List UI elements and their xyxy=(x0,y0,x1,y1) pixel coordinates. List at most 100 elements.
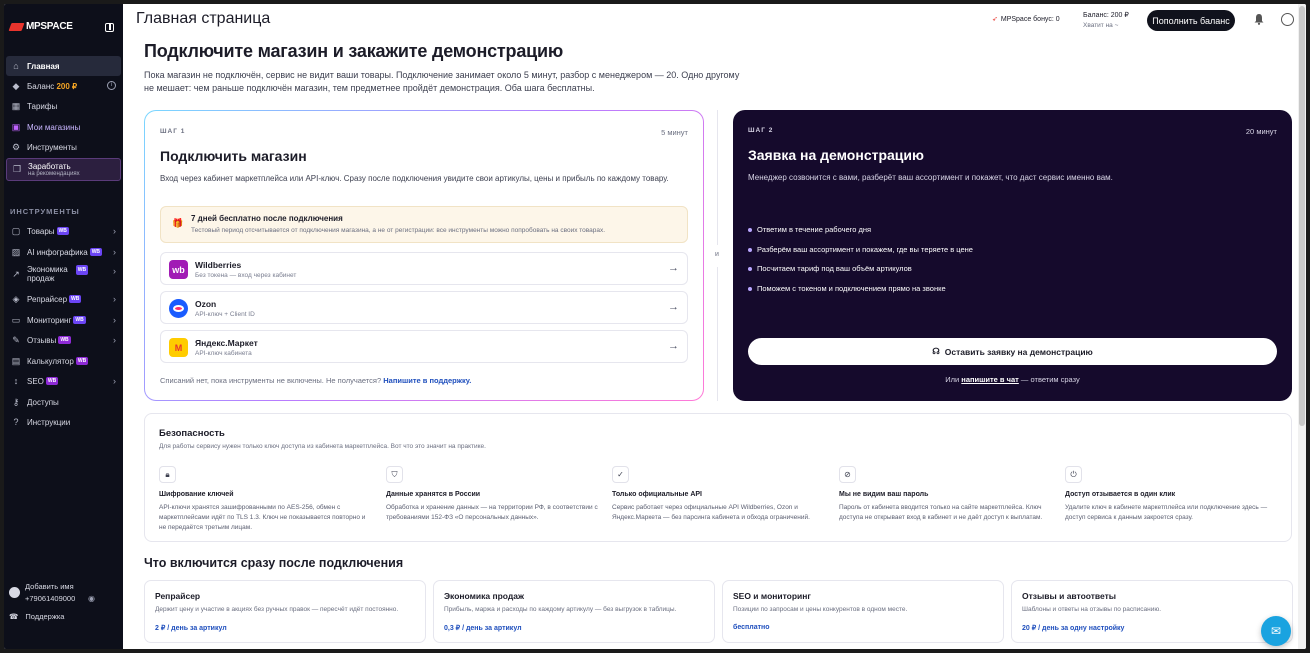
feature-price: 20 ₽ / день за одну настройку xyxy=(1022,625,1125,632)
step-tag: ШАГ 2 xyxy=(748,127,774,134)
sidebar-item-label: Главная xyxy=(27,61,60,71)
gift-icon: 🎁 xyxy=(172,218,184,228)
step-tag: ШАГ 1 xyxy=(160,128,186,135)
feature-card[interactable]: SEO и мониторинг Позиции по запросам и ц… xyxy=(722,580,1004,643)
security-item-title: Мы не видим ваш пароль xyxy=(839,491,929,498)
sidebar-item-label: SEO WB xyxy=(27,376,59,386)
features-title: Что включится сразу после подключения xyxy=(144,556,404,570)
sidebar-item-sales-economics[interactable]: ↗ Экономика WB продаж › xyxy=(6,262,121,286)
support-link[interactable]: ☎ Поддержка xyxy=(9,612,64,621)
sidebar-item-label: Инструкции xyxy=(27,417,71,427)
marketplace-ozon[interactable]: Ozon API-ключ + Client ID → xyxy=(160,291,688,324)
sidebar: MPSPACE ⌂ Главная ◆ Баланс 200 ₽ i ▦ Тар… xyxy=(4,4,123,649)
request-demo-button[interactable]: ☊ Оставить заявку на демонстрацию xyxy=(748,338,1277,365)
chat-button[interactable]: ✉ xyxy=(1261,616,1291,646)
balance-indicator[interactable]: Баланс: 200 ₽ Хватит на ~ xyxy=(1083,11,1129,31)
chevron-right-icon: › xyxy=(113,335,116,345)
sidebar-item-label: Репрайсер WB xyxy=(27,294,82,304)
balance-sub: Хватит на ~ xyxy=(1083,22,1119,29)
bonus-indicator[interactable]: ➶ MPSpace бонус: 0 xyxy=(992,15,1060,24)
chevron-right-icon: › xyxy=(113,247,116,257)
wb-badge: WB xyxy=(56,227,69,236)
feature-price: бесплатно xyxy=(733,624,770,631)
sidebar-item-label: Экономика WB продаж xyxy=(27,265,89,283)
feature-title: SEO и мониторинг xyxy=(733,591,811,601)
step-title: Заявка на демонстрацию xyxy=(748,147,924,163)
calculator-icon: ▤ xyxy=(11,355,21,366)
balance-amount: 200 ₽ xyxy=(56,81,78,91)
request-demo-label: Оставить заявку на демонстрацию xyxy=(944,346,1093,357)
sidebar-item-label: Товары WB xyxy=(27,226,69,236)
eye-icon[interactable]: ◉ xyxy=(88,594,95,603)
page-title: Главная страница xyxy=(136,10,271,27)
sidebar-item-calculator[interactable]: ▤ Калькулятор WB xyxy=(6,351,121,371)
sidebar-section-title: ИНСТРУМЕНТЫ xyxy=(10,207,80,216)
chart-icon: ↗ xyxy=(12,269,20,279)
collapse-sidebar-icon[interactable] xyxy=(105,23,114,32)
trial-title: 7 дней бесплатно после подключения xyxy=(191,214,343,223)
security-item-desc: Сервис работает через официальные API Wi… xyxy=(612,504,810,521)
feature-desc: Прибыль, маржа и расходы по каждому арти… xyxy=(444,606,677,613)
sidebar-item-access[interactable]: ⚷ Доступы xyxy=(6,392,121,412)
sidebar-item-tariffs[interactable]: ▦ Тарифы xyxy=(6,96,121,116)
wildberries-logo-icon: wb xyxy=(169,260,188,279)
support-label: Поддержка xyxy=(25,612,65,621)
feature-card[interactable]: Репрайсер Держит цену и участие в акциях… xyxy=(144,580,426,643)
eye-off-icon: ⊘ xyxy=(839,466,856,483)
chat-link[interactable]: напишите в чат xyxy=(961,375,1019,384)
trial-banner: 🎁 7 дней бесплатно после подключения Тес… xyxy=(160,206,688,243)
sidebar-item-reviews[interactable]: ✎ Отзывы WB › xyxy=(6,330,121,350)
support-icon: ☎ xyxy=(9,612,19,621)
sidebar-item-ai-infographics[interactable]: ▨ AI инфографика WB › xyxy=(6,242,121,262)
security-section: Безопасность Для работы сервису нужен то… xyxy=(144,413,1292,542)
scrollbar[interactable] xyxy=(1298,4,1306,649)
user-name[interactable]: Добавить имя xyxy=(25,582,74,591)
chevron-right-icon: › xyxy=(113,266,116,276)
sidebar-item-seo[interactable]: ↕ SEO WB › xyxy=(6,371,121,391)
marketplace-yandex[interactable]: M Яндекс.Маркет API-ключ кабинета → xyxy=(160,330,688,363)
topup-button[interactable]: Пополнить баланс xyxy=(1147,10,1235,31)
sidebar-item-repricer[interactable]: ◈ Репрайсер WB › xyxy=(6,289,121,309)
support-link[interactable]: Напишите в поддержку. xyxy=(383,376,471,385)
feature-card[interactable]: Экономика продаж Прибыль, маржа и расход… xyxy=(433,580,715,643)
step2-card: ШАГ 2 20 минут Заявка на демонстрацию Ме… xyxy=(733,110,1292,401)
marketplace-sub: API-ключ кабинета xyxy=(195,350,252,357)
hero-description: Пока магазин не подключён, сервис не вид… xyxy=(144,70,740,93)
gear-icon: ⚙ xyxy=(11,141,21,152)
bell-icon[interactable] xyxy=(1253,13,1265,25)
sidebar-item-my-stores[interactable]: ▣ Мои магазины xyxy=(6,117,121,137)
sidebar-item-label: Мои магазины xyxy=(27,122,81,132)
tag-icon: ◈ xyxy=(12,293,20,304)
wb-badge: WB xyxy=(89,248,103,257)
seo-icon: ↕ xyxy=(13,376,19,386)
lock-icon: 🔒︎ xyxy=(159,466,176,483)
wb-badge: WB xyxy=(69,295,82,304)
sidebar-item-instructions[interactable]: ? Инструкции xyxy=(6,412,121,432)
sidebar-item-home[interactable]: ⌂ Главная xyxy=(6,56,121,76)
sidebar-item-balance[interactable]: ◆ Баланс 200 ₽ i xyxy=(6,76,121,96)
marketplace-wildberries[interactable]: wb Wildberries Без токена — вход через к… xyxy=(160,252,688,285)
sidebar-item-earn[interactable]: ❒ Заработать на рекомендациях xyxy=(6,158,121,181)
yandex-market-logo-icon: M xyxy=(169,338,188,357)
security-item-title: Только официальные API xyxy=(612,491,702,498)
step2-bullets: Ответим в течение рабочего дня Разберём … xyxy=(748,225,973,304)
sidebar-item-products[interactable]: ▢ Товары WB › xyxy=(6,221,121,241)
list-item: Ответим в течение рабочего дня xyxy=(748,225,973,245)
gift-icon: ❒ xyxy=(12,164,22,174)
step-description: Менеджер созвонится с вами, разберёт ваш… xyxy=(748,173,1113,182)
profile-icon[interactable] xyxy=(1281,13,1294,26)
step-title: Подключить магазин xyxy=(160,148,307,164)
logo-icon xyxy=(8,22,25,31)
feature-card[interactable]: Отзывы и автоответы Шаблоны и ответы на … xyxy=(1011,580,1293,643)
feature-desc: Позиции по запросам и цены конкурентов в… xyxy=(733,606,908,613)
sidebar-item-monitoring[interactable]: ▭ Мониторинг WB › xyxy=(6,310,121,330)
step1-footer: Списаний нет, пока инструменты не включе… xyxy=(160,376,472,385)
sidebar-item-tools[interactable]: ⚙ Инструменты xyxy=(6,137,121,157)
scrollbar-thumb[interactable] xyxy=(1299,6,1305,426)
arrow-right-icon: → xyxy=(668,340,679,352)
info-icon[interactable]: i xyxy=(107,81,116,90)
top-header: Главная страница ➶ MPSpace бонус: 0 Бала… xyxy=(123,4,1306,35)
security-item-desc: Удалите ключ в кабинете маркетплейса или… xyxy=(1065,504,1268,521)
logo[interactable]: MPSPACE xyxy=(8,21,73,32)
marketplace-sub: API-ключ + Client ID xyxy=(195,311,255,318)
